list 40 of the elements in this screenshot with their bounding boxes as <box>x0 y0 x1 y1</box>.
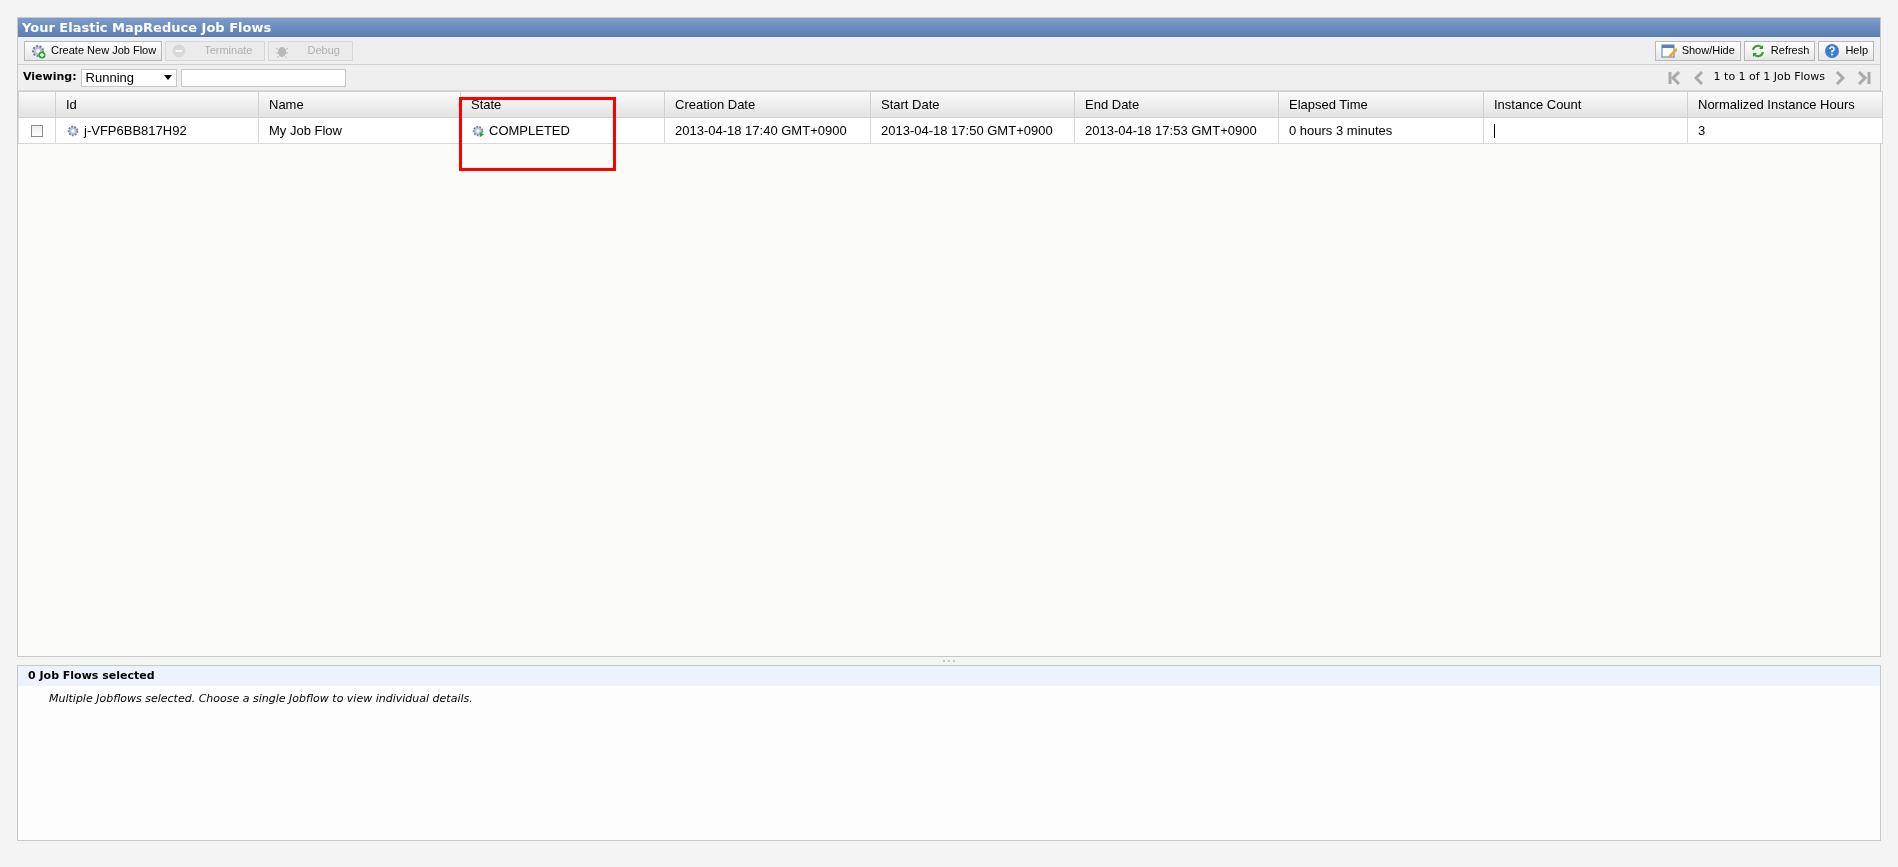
column-header[interactable]: Id <box>55 91 259 118</box>
previous-page-icon[interactable] <box>1693 70 1704 85</box>
gear-plus-icon <box>30 42 46 59</box>
column-header[interactable]: Normalized Instance Hours <box>1687 91 1883 118</box>
panel-title: Your Elastic MapReduce Job Flows <box>18 18 1880 37</box>
last-page-icon[interactable] <box>1855 70 1871 85</box>
details-message: Multiple Jobflows selected. Choose a single Jobflow to view individual details. <box>48 691 474 707</box>
table-cell-text: j-VFP6BB817H92 <box>84 121 187 140</box>
minus-circle-icon <box>171 42 188 59</box>
table-cell: 3 <box>1687 117 1883 144</box>
column-header[interactable]: Elapsed Time <box>1278 91 1484 118</box>
column-header[interactable]: Instance Count <box>1483 91 1688 118</box>
viewing-label: Viewing: <box>23 69 77 86</box>
column-header[interactable]: Start Date <box>870 91 1075 118</box>
table-cell-text: COMPLETED <box>489 121 570 140</box>
table-cell: 2013-04-18 17:50 GMT+0900 <box>870 117 1075 144</box>
refresh-button[interactable]: Refresh <box>1743 40 1816 61</box>
viewing-dropdown[interactable]: Running <box>80 68 177 87</box>
column-header[interactable]: Name <box>258 91 461 118</box>
dropdown-caret-icon <box>163 75 172 80</box>
pagination-text: 1 to 1 of 1 Job Flows <box>1713 69 1825 86</box>
showhide-button[interactable]: Show/Hide <box>1654 40 1741 61</box>
gear-icon <box>66 123 80 138</box>
table-cell: 0 hours 3 minutes <box>1278 117 1484 144</box>
column-header[interactable]: End Date <box>1074 91 1279 118</box>
window-pencil-icon <box>1660 42 1677 59</box>
table-cell: 2013-04-18 17:53 GMT+0900 <box>1074 117 1279 144</box>
filter-field[interactable] <box>180 68 346 87</box>
gear-play-icon <box>471 123 485 138</box>
table-cell: 2013-04-18 17:40 GMT+0900 <box>664 117 871 144</box>
column-header[interactable]: State <box>460 91 665 118</box>
text-cursor-icon <box>1494 124 1495 139</box>
help-icon <box>1824 42 1841 59</box>
create-button[interactable]: Create New Job Flow <box>24 40 163 61</box>
details-title: 0 Job Flows selected <box>18 666 1880 686</box>
next-page-icon[interactable] <box>1835 70 1845 85</box>
column-header[interactable]: Creation Date <box>664 91 871 118</box>
help-button[interactable]: Help <box>1818 40 1874 61</box>
row-checkbox[interactable] <box>31 125 43 138</box>
refresh-icon <box>1749 42 1766 59</box>
